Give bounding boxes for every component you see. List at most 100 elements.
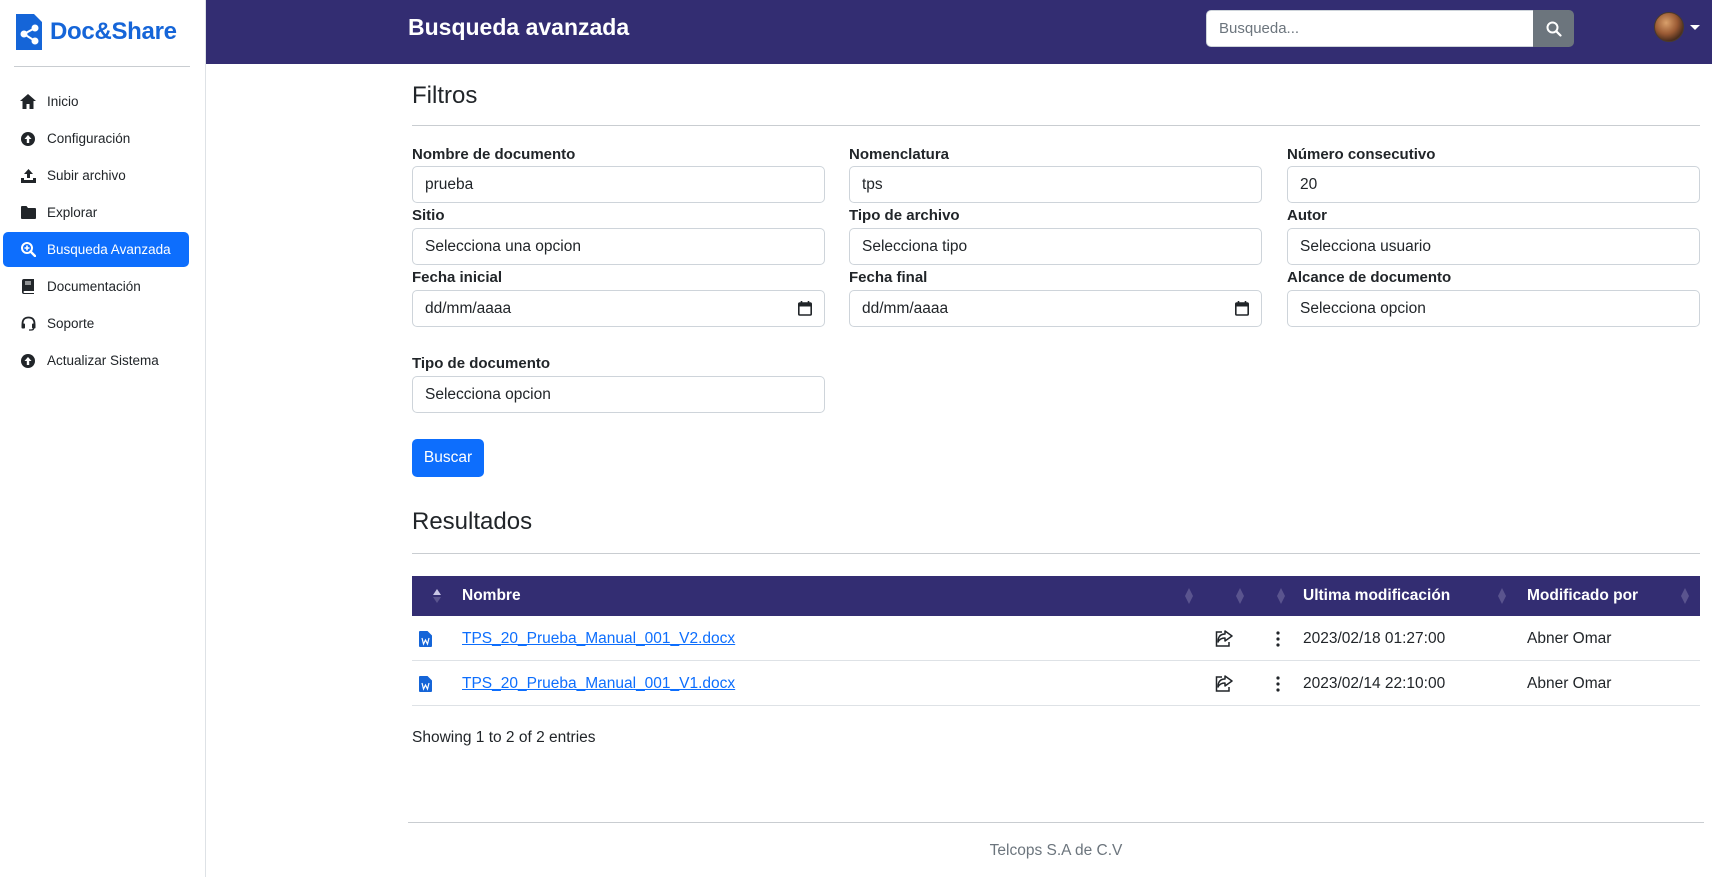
table-info: Showing 1 to 2 of 2 entries [412,729,596,746]
divider [412,125,1700,126]
numero-consecutivo-input[interactable]: 20 [1287,166,1700,203]
brand-logo-icon [16,14,42,50]
more-options-icon[interactable] [1276,616,1280,661]
field-value: Selecciona una opcion [425,237,581,255]
sidebar-item-label: Explorar [47,205,98,220]
autor-select[interactable]: Selecciona usuario [1287,228,1700,265]
sidebar-item-label: Subir archivo [47,168,126,183]
field-value: tps [862,175,883,193]
file-link[interactable]: TPS_20_Prueba_Manual_001_V2.docx [462,630,735,648]
circle-arrow-up-icon [19,352,37,370]
modified-by: Abner Omar [1527,674,1612,692]
search-button[interactable] [1533,10,1574,47]
sort-icon[interactable] [1235,576,1245,616]
more-options-icon[interactable] [1276,661,1280,706]
tipo-documento-label: Tipo de documento [412,355,551,372]
user-menu[interactable] [1654,12,1700,42]
footer-text: Telcops S.A de C.V [989,842,1123,859]
chevron-down-icon [1690,24,1700,30]
upload-icon [19,167,37,185]
alcance-select[interactable]: Selecciona opcion [1287,290,1700,327]
sidebar-item-documentacion[interactable]: Documentación [3,269,189,304]
sort-icon[interactable] [1184,576,1194,616]
divider [408,822,1704,823]
field-value: prueba [425,175,474,193]
column-modificado-por[interactable]: Modificado por [1527,576,1638,616]
sidebar-item-label: Busqueda Avanzada [47,242,171,257]
modified-by: Abner Omar [1527,629,1612,647]
fecha-inicial-input[interactable]: dd/mm/aaaa [412,290,825,327]
sort-icon[interactable] [1680,576,1690,616]
brand-name: Doc&Share [50,18,177,45]
sidebar-item-soporte[interactable]: Soporte [3,306,189,341]
sidebar-item-label: Documentación [47,279,141,294]
results-table: Nombre Ultima modificación Modificado po… [412,576,1700,706]
sidebar-item-inicio[interactable]: Inicio [3,84,189,119]
sidebar-item-label: Actualizar Sistema [47,353,159,368]
calendar-icon[interactable] [1235,301,1249,316]
column-ultima-modificacion[interactable]: Ultima modificación [1303,576,1450,616]
sidebar-item-busqueda-avanzada[interactable]: Busqueda Avanzada [3,232,189,267]
search-form [1206,10,1574,47]
sort-asc-icon [433,589,441,603]
search-plus-icon [19,241,37,259]
sort-icon[interactable] [1497,576,1507,616]
filters-title: Filtros [412,82,478,109]
nomenclatura-label: Nomenclatura [849,146,950,163]
field-value: dd/mm/aaaa [425,299,512,317]
field-value: 20 [1300,175,1318,193]
sort-type-column[interactable] [432,576,442,616]
search-input[interactable] [1206,10,1534,47]
modified-date: 2023/02/18 01:27:00 [1303,629,1446,647]
brand[interactable]: Doc&Share [14,12,177,52]
buscar-button[interactable]: Buscar [412,439,484,477]
tipo-documento-select[interactable]: Selecciona opcion [412,376,825,413]
sidebar-item-explorar[interactable]: Explorar [3,195,189,230]
nombre-documento-label: Nombre de documento [412,146,576,163]
sidebar-item-label: Inicio [47,94,79,109]
divider [14,66,190,67]
file-link[interactable]: TPS_20_Prueba_Manual_001_V1.docx [462,675,735,693]
avatar [1654,12,1684,42]
home-icon [19,93,37,111]
alcance-label: Alcance de documento [1287,269,1452,286]
sidebar-item-label: Configuración [47,131,131,146]
sort-icon[interactable] [1276,576,1286,616]
share-icon[interactable] [1215,661,1233,706]
autor-label: Autor [1287,207,1327,224]
sitio-label: Sitio [412,207,445,224]
sidebar-item-label: Soporte [47,316,95,331]
field-value: Selecciona opcion [1300,299,1426,317]
fecha-final-input[interactable]: dd/mm/aaaa [849,290,1262,327]
nombre-documento-input[interactable]: prueba [412,166,825,203]
table-row: TPS_20_Prueba_Manual_001_V2.docx 2023/02… [412,616,1700,661]
modified-date: 2023/02/14 22:10:00 [1303,674,1446,692]
field-value: dd/mm/aaaa [862,299,949,317]
tipo-archivo-label: Tipo de archivo [849,207,960,224]
top-navbar: Busqueda avanzada [206,0,1712,64]
book-icon [19,278,37,296]
sidebar-item-subir-archivo[interactable]: Subir archivo [3,158,189,193]
nomenclatura-input[interactable]: tps [849,166,1262,203]
tipo-archivo-select[interactable]: Selecciona tipo [849,228,1262,265]
word-file-icon [419,616,432,661]
search-icon [1546,21,1562,37]
column-nombre[interactable]: Nombre [462,576,521,616]
field-value: Selecciona opcion [425,385,551,403]
headset-icon [19,315,37,333]
circle-arrow-up-icon [19,130,37,148]
sitio-select[interactable]: Selecciona una opcion [412,228,825,265]
sidebar-item-actualizar-sistema[interactable]: Actualizar Sistema [3,343,189,378]
share-icon[interactable] [1215,616,1233,661]
results-title: Resultados [412,508,533,535]
fecha-final-label: Fecha final [849,269,928,286]
word-file-icon [419,661,432,706]
divider [412,553,1700,554]
page-title: Busqueda avanzada [408,14,630,40]
sidebar-nav: Inicio Configuración Subir archivo Explo… [3,84,189,380]
calendar-icon[interactable] [798,301,812,316]
table-row: TPS_20_Prueba_Manual_001_V1.docx 2023/02… [412,661,1700,706]
field-value: Selecciona usuario [1300,237,1431,255]
sidebar-item-configuracion[interactable]: Configuración [3,121,189,156]
fecha-inicial-label: Fecha inicial [412,269,503,286]
